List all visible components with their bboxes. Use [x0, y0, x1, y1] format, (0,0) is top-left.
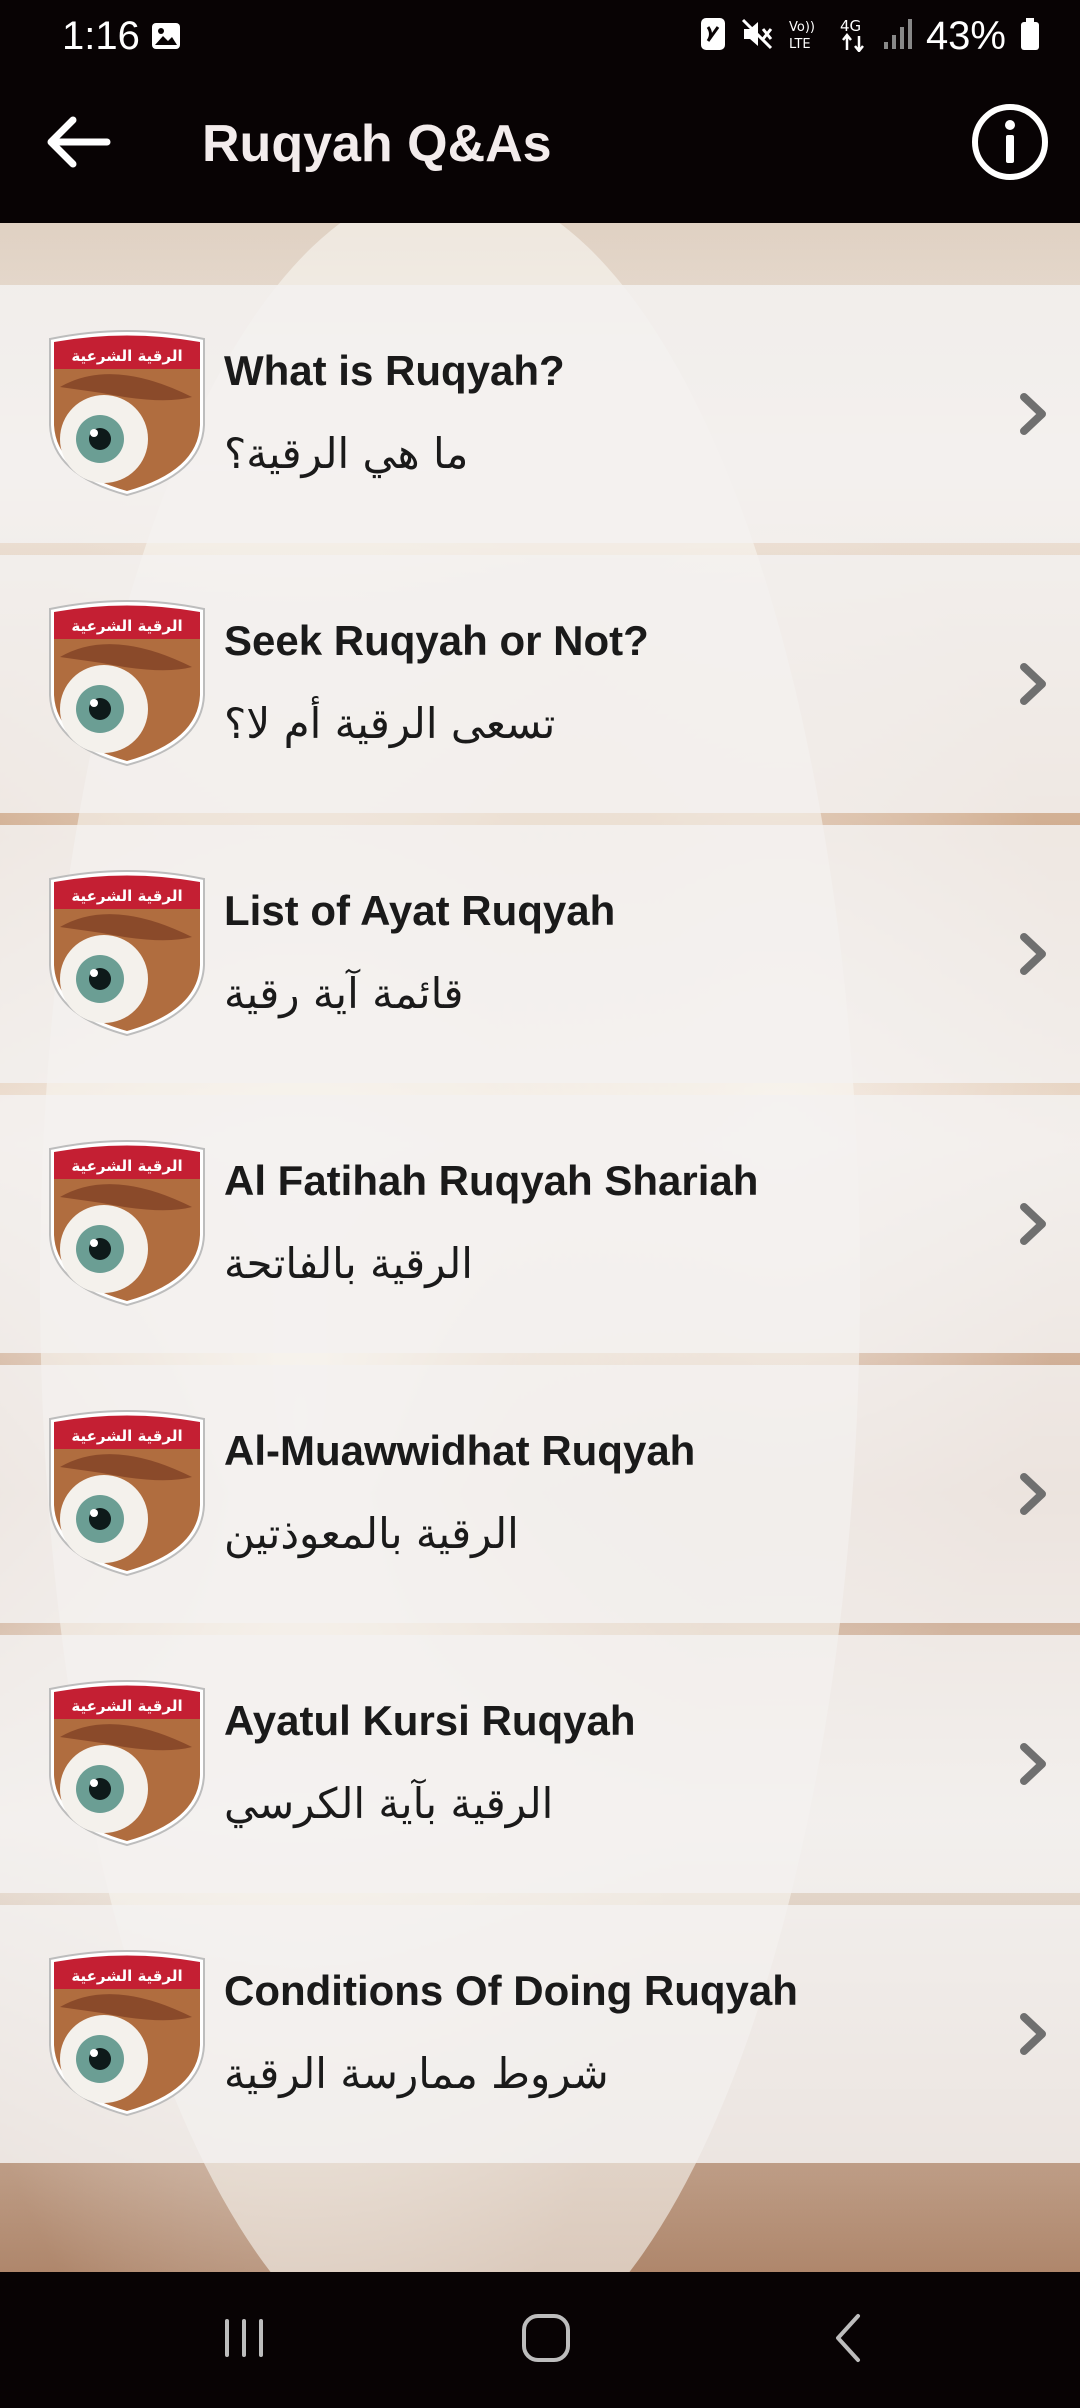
item-title-ar: شروط ممارسة الرقية: [224, 2049, 609, 2098]
item-title-en: List of Ayat Ruqyah: [224, 887, 616, 934]
gallery-icon: [150, 20, 182, 52]
home-icon: [519, 2311, 573, 2370]
svg-text:LTE: LTE: [789, 37, 811, 51]
item-title-en: Al-Muawwidhat Ruqyah: [224, 1427, 696, 1474]
svg-text:Vo)): Vo)): [789, 20, 815, 35]
item-title-en: Al Fatihah Ruqyah Shariah: [224, 1157, 759, 1204]
chevron-right-icon: [1014, 391, 1054, 437]
recents-icon: [219, 2313, 269, 2368]
ruqyah-eye-badge-icon: الرقية الشرعية: [42, 1407, 212, 1577]
chevron-right-icon: [1014, 661, 1054, 707]
item-title-en: Ayatul Kursi Ruqyah: [224, 1697, 636, 1744]
thumb-caption: الرقية الشرعية: [71, 1697, 182, 1715]
list-item-conditions[interactable]: الرقية الشرعية Conditions Of Doing Ruqya…: [0, 1905, 1080, 2163]
chevron-right-icon: [1014, 1741, 1054, 1787]
volte-icon: Vo)) LTE: [788, 17, 824, 56]
mute-icon: [740, 17, 774, 56]
info-button[interactable]: [968, 102, 1052, 186]
status-time: 1:16: [62, 14, 140, 58]
system-back-button[interactable]: [788, 2300, 908, 2380]
battery-icon: [1020, 17, 1040, 56]
list-item-list-of-ayat[interactable]: الرقية الشرعية List of Ayat Ruqyah قائمة…: [0, 825, 1080, 1083]
home-button[interactable]: [486, 2300, 606, 2380]
battery-percent: 43%: [925, 14, 1006, 58]
status-icons: Vo)) LTE 4G 43%: [700, 12, 1040, 60]
item-title-ar: الرقية بالمعوذتين: [224, 1509, 519, 1558]
info-icon: [970, 102, 1050, 187]
item-title-ar: قائمة آية رقية: [224, 969, 464, 1018]
thumb-caption: الرقية الشرعية: [71, 617, 182, 635]
system-nav-bar: [0, 2272, 1080, 2408]
chevron-right-icon: [1014, 931, 1054, 977]
chevron-right-icon: [1014, 1201, 1054, 1247]
ruqyah-eye-badge-icon: الرقية الشرعية: [42, 597, 212, 767]
thumb-caption: الرقية الشرعية: [71, 1157, 182, 1175]
app-bar: Ruqyah Q&As: [0, 72, 1080, 223]
list-item-al-muawwidhat[interactable]: الرقية الشرعية Al-Muawwidhat Ruqyah الرق…: [0, 1365, 1080, 1623]
item-title-ar: الرقية بالفاتحة: [224, 1239, 473, 1288]
ruqyah-eye-badge-icon: الرقية الشرعية: [42, 1677, 212, 1847]
ruqyah-eye-badge-icon: الرقية الشرعية: [42, 1137, 212, 1307]
ruqyah-eye-badge-icon: الرقية الشرعية: [42, 327, 212, 497]
list-item-seek-ruqyah[interactable]: الرقية الشرعية Seek Ruqyah or Not? تسعى …: [0, 555, 1080, 813]
status-bar: 1:16 Vo)) LTE 4G 43%: [0, 0, 1080, 72]
page-title: Ruqyah Q&As: [202, 115, 552, 173]
ruqyah-eye-badge-icon: الرقية الشرعية: [42, 1947, 212, 2117]
item-title-en: What is Ruqyah?: [224, 347, 565, 394]
svg-text:4G: 4G: [840, 17, 861, 35]
arrow-left-icon: [43, 112, 113, 177]
list-item-ayatul-kursi[interactable]: الرقية الشرعية Ayatul Kursi Ruqyah الرقي…: [0, 1635, 1080, 1893]
ruqyah-eye-badge-icon: الرقية الشرعية: [42, 867, 212, 1037]
item-title-ar: تسعى الرقية أم لا؟: [224, 699, 556, 748]
nfc-icon: [700, 17, 726, 56]
back-button[interactable]: [38, 104, 118, 184]
chevron-right-icon: [1014, 2011, 1054, 2057]
thumb-caption: الرقية الشرعية: [71, 1967, 182, 1985]
thumb-caption: الرقية الشرعية: [71, 1427, 182, 1445]
item-title-en: Conditions Of Doing Ruqyah: [224, 1967, 798, 2014]
recents-button[interactable]: [184, 2300, 304, 2380]
thumb-caption: الرقية الشرعية: [71, 887, 182, 905]
back-chevron-icon: [828, 2311, 868, 2370]
thumb-caption: الرقية الشرعية: [71, 347, 182, 365]
item-title-ar: ما هي الرقية؟: [224, 429, 469, 478]
signal-icon: [882, 18, 912, 55]
item-title-en: Seek Ruqyah or Not?: [224, 617, 649, 664]
4g-icon: 4G: [838, 16, 868, 57]
list-item-what-is-ruqyah[interactable]: الرقية الشرعية What is Ruqyah? ما هي الر…: [0, 285, 1080, 543]
item-title-ar: الرقية بآية الكرسي: [224, 1779, 554, 1828]
chevron-right-icon: [1014, 1471, 1054, 1517]
list-item-al-fatihah[interactable]: الرقية الشرعية Al Fatihah Ruqyah Shariah…: [0, 1095, 1080, 1353]
